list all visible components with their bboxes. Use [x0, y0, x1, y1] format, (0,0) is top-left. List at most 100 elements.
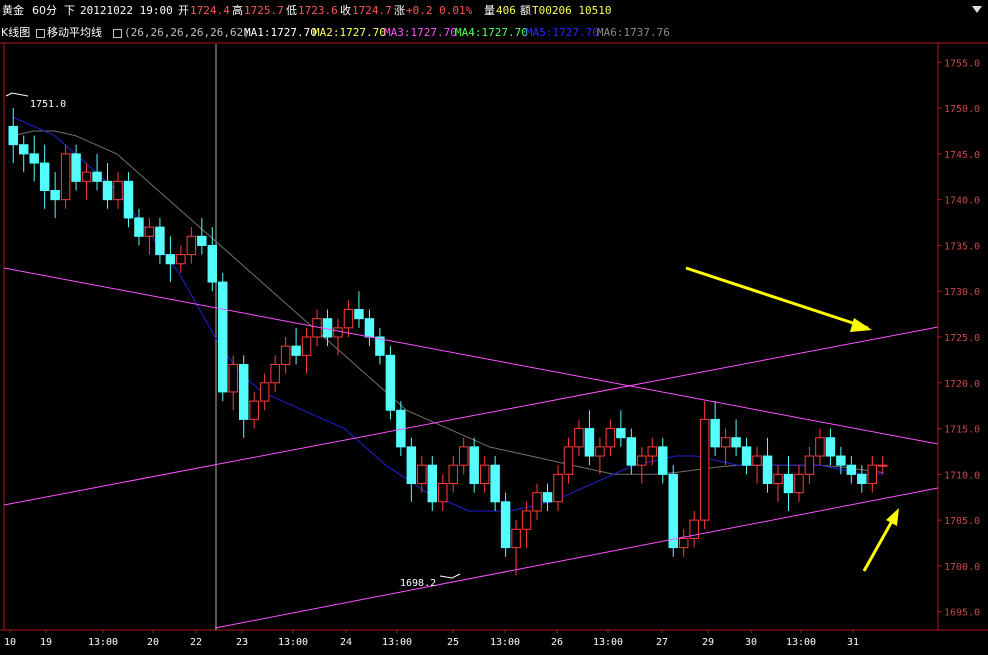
candle-body	[155, 226, 165, 256]
candle-body	[532, 492, 542, 512]
candle-body	[123, 180, 134, 219]
high-marker	[5, 92, 29, 97]
time-tick-label: 29	[702, 637, 714, 648]
candle-body	[458, 446, 469, 466]
price-tick-label: 1750.0	[944, 104, 980, 115]
candle-body	[815, 437, 825, 457]
candle-body	[197, 235, 207, 246]
price-tick-label: 1725.0	[944, 333, 980, 344]
candle-body	[39, 162, 50, 191]
candle-body	[878, 464, 888, 467]
candle-body	[343, 309, 354, 329]
candle-body	[678, 537, 689, 549]
candle-body	[731, 437, 741, 448]
candle-body	[794, 473, 804, 494]
candle-body	[647, 446, 658, 457]
time-tick-label: 13:00	[278, 637, 308, 648]
candle-body	[521, 510, 532, 530]
candle-body	[637, 455, 647, 466]
candle-body	[270, 363, 280, 384]
candle-body	[259, 382, 270, 402]
arrow-down-right-icon	[850, 318, 872, 332]
time-tick-label: 22	[190, 637, 202, 648]
time-tick-label: 19	[40, 637, 52, 648]
candle-body	[280, 345, 291, 365]
candle-body	[553, 473, 563, 503]
price-tick-label: 1730.0	[944, 287, 980, 298]
candle-body	[8, 125, 18, 146]
candle-body	[50, 190, 60, 201]
candle-body	[364, 318, 375, 338]
candle-body	[322, 318, 333, 338]
time-tick-label: 31	[847, 637, 859, 648]
candle-body	[773, 473, 783, 484]
price-tick-label: 1720.0	[944, 379, 980, 390]
candle-body	[113, 180, 123, 201]
candle-body	[438, 483, 448, 503]
candle-body	[699, 418, 710, 521]
candle-body	[238, 363, 249, 420]
candle-body	[81, 171, 92, 182]
candle-body	[741, 446, 752, 466]
price-tick-label: 1710.0	[944, 470, 980, 481]
candle-body	[207, 244, 218, 283]
candle-body	[511, 528, 521, 549]
candle-body	[479, 464, 490, 484]
arrow-up-right-icon	[886, 508, 899, 526]
price-tick-label: 1745.0	[944, 150, 980, 161]
time-tick-label: 27	[656, 637, 668, 648]
price-tick-label: 1700.0	[944, 562, 980, 573]
candle-body	[490, 464, 500, 503]
candle-body	[469, 446, 479, 484]
candle-body	[18, 144, 29, 155]
candle-body	[857, 473, 867, 484]
time-tick-label: 13:00	[786, 637, 816, 648]
candle-body	[626, 437, 637, 466]
time-tick-label: 23	[236, 637, 248, 648]
time-tick-label: 30	[745, 637, 757, 648]
candle-body	[836, 455, 846, 466]
high-annotation: 1751.0	[30, 99, 66, 110]
candle-body	[71, 153, 81, 182]
ma6-line	[13, 130, 883, 475]
candle-body	[825, 437, 836, 457]
candle-body	[616, 428, 626, 439]
price-tick-label: 1705.0	[944, 516, 980, 527]
candle-body	[102, 180, 113, 201]
candle-body	[448, 464, 458, 484]
candle-body	[186, 235, 197, 256]
time-tick-label: 26	[551, 637, 563, 648]
candle-body	[783, 473, 794, 494]
time-tick-label: 13:00	[490, 637, 520, 648]
candlestick-chart[interactable]: 1755.0 1750.0 1745.0 1740.0 1735.0 1730.0 1725…	[0, 0, 988, 655]
candle-body	[333, 327, 343, 338]
time-tick-label: 13:00	[593, 637, 623, 648]
candle-body	[500, 501, 511, 549]
candle-body	[92, 171, 102, 182]
low-annotation: 1698.2	[400, 578, 436, 589]
candle-body	[605, 428, 616, 448]
candle-body	[165, 254, 176, 265]
arrow-down-right-shaft	[685, 266, 869, 330]
time-tick-label: 24	[340, 637, 352, 648]
time-tick-label: 25	[447, 637, 459, 648]
candle-body	[249, 400, 259, 420]
candle-body	[595, 446, 605, 457]
lower-support-trendline	[214, 487, 939, 629]
candle-body	[406, 446, 417, 484]
price-tick-label: 1740.0	[944, 196, 980, 207]
low-marker	[439, 573, 461, 579]
candle-body	[385, 354, 396, 411]
candle-body	[291, 345, 301, 356]
price-tick-label: 1695.0	[944, 608, 980, 619]
candle-body	[301, 336, 312, 356]
candle-body	[846, 464, 857, 475]
time-tick-label: 13:00	[382, 637, 412, 648]
time-tick-label: 20	[147, 637, 159, 648]
ma5-line	[12, 116, 883, 512]
candle-body	[542, 492, 553, 503]
candle-body	[134, 217, 144, 237]
candle-body	[804, 455, 815, 475]
candle-body	[427, 464, 438, 503]
candle-body	[354, 309, 364, 320]
